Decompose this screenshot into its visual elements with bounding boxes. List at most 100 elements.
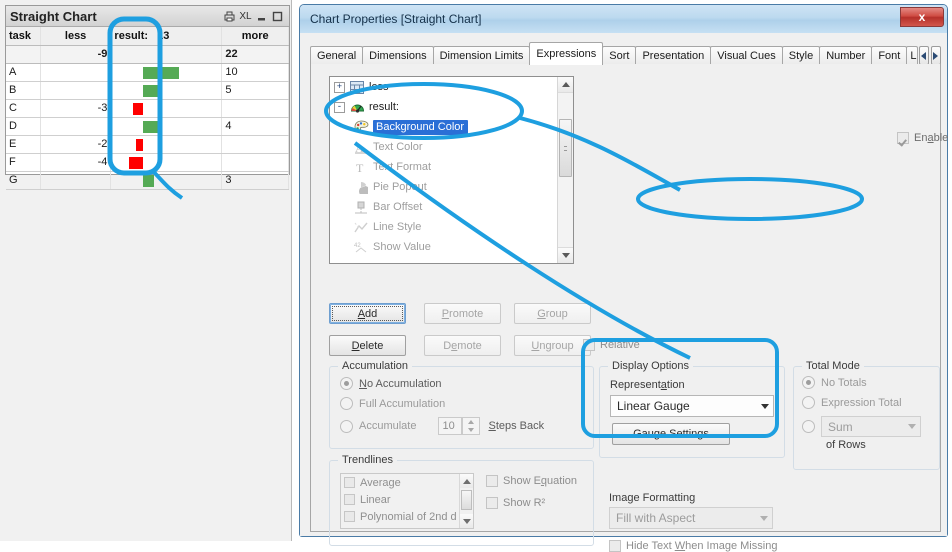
chevron-down-icon[interactable] (756, 403, 773, 409)
radio-full-accumulation[interactable]: Full Accumulation (340, 397, 593, 410)
tab-la[interactable]: La (906, 46, 918, 65)
cell-less: -4 (40, 153, 112, 172)
table-row[interactable]: G3 (6, 171, 289, 190)
tree-item-result[interactable]: - result: (330, 97, 573, 117)
expressions-tree[interactable]: + less - result: Background Color A Text Color… (329, 76, 574, 264)
tab-label: Style (788, 50, 814, 62)
collapse-icon[interactable]: - (334, 101, 345, 113)
trend-scroll-down-icon[interactable] (460, 514, 473, 528)
straight-chart-table[interactable]: task less result: 13 more -9 22 A 10 B 5 C -3… (6, 27, 289, 190)
tab-label: La (910, 50, 917, 62)
enable-checkbox[interactable]: Enable (897, 132, 948, 144)
steps-back-input[interactable]: 10 (438, 417, 463, 435)
chevron-down-icon-image-formatting[interactable] (755, 515, 772, 521)
print-icon[interactable] (222, 9, 237, 23)
relative-checkbox[interactable]: Relative (583, 339, 640, 351)
tab-expressions[interactable]: Expressions (529, 42, 604, 65)
table-row[interactable]: E -2 (6, 135, 289, 154)
tree-item-pie-popout[interactable]: Pie Popout (330, 177, 573, 197)
tree-item-background-color[interactable]: Background Color (330, 117, 573, 137)
trendline-check-box-glyph[interactable] (344, 511, 355, 522)
table-row[interactable]: A 10 (6, 63, 289, 82)
tab-scroll-left-icon[interactable] (918, 46, 929, 65)
gauge-settings-button[interactable]: Gauge Settings (612, 423, 730, 445)
trendline-item[interactable]: Polynomial of 2nd d (341, 508, 473, 525)
minimize-icon[interactable] (254, 9, 269, 23)
tab-scroll-right-icon[interactable] (930, 46, 941, 65)
ungroup-button[interactable]: Ungroup (514, 335, 591, 356)
demote-button[interactable]: Demote (424, 335, 501, 356)
stepper-up-icon[interactable] (463, 418, 479, 426)
tab-sort[interactable]: Sort (602, 46, 637, 65)
maximize-icon[interactable] (270, 9, 285, 23)
col-header-task[interactable]: task (6, 27, 41, 46)
chevron-down-icon-aggregation[interactable] (903, 424, 920, 429)
radio-accumulate[interactable]: Accumulate 10 Steps Back (340, 417, 593, 435)
tab-visual-cues[interactable]: Visual Cues (710, 46, 783, 65)
trendline-item[interactable]: Average (341, 474, 473, 491)
focus-outline (332, 306, 403, 321)
tree-item-text-color[interactable]: A Text Color (330, 137, 573, 157)
table-row[interactable]: B5 (6, 81, 289, 100)
steps-back-stepper[interactable] (462, 417, 481, 435)
tree-item-less[interactable]: + less (330, 77, 573, 97)
trendline-item[interactable]: Linear (341, 491, 473, 508)
table-row[interactable]: F -4 (6, 153, 289, 172)
tab-dimension-limits[interactable]: Dimension Limits (432, 46, 531, 65)
radio-expression-total[interactable]: Expression Total (802, 396, 939, 409)
gauge-bar-negative (136, 138, 144, 151)
tree-item-label: Bar Offset (373, 201, 423, 213)
group-button[interactable]: Group (514, 303, 591, 324)
tab-font[interactable]: Font (871, 46, 908, 65)
dialog-titlebar[interactable]: Chart Properties [Straight Chart] x (300, 5, 947, 33)
export-to-excel-icon[interactable]: XL (238, 9, 253, 23)
tree-item-text-format[interactable]: T Text Format (330, 157, 573, 177)
add-button[interactable]: Add (329, 303, 406, 324)
representation-select[interactable]: Linear Gauge (610, 395, 774, 417)
tab-presentation[interactable]: Presentation (635, 46, 712, 65)
col-header-more[interactable]: more (221, 27, 289, 46)
scroll-up-icon[interactable] (558, 77, 573, 93)
show-equation-label: Show Equation (503, 475, 578, 487)
tree-item-show-value[interactable]: 42 Show Value (330, 237, 573, 257)
cell-less (40, 63, 112, 82)
delete-button[interactable]: Delete (329, 335, 406, 356)
trendline-check-box-glyph[interactable] (344, 477, 355, 488)
trendlines-listbox[interactable]: Average Linear Polynomial of 2nd d Polynomi… (340, 473, 474, 529)
col-header-less[interactable]: less (40, 27, 112, 46)
trendline-check-box-glyph[interactable] (344, 494, 355, 505)
tab-general[interactable]: General (310, 46, 364, 65)
radio-aggregation[interactable]: Sum (802, 416, 939, 437)
trendlines-scrollbar[interactable] (459, 474, 473, 528)
trend-scroll-up-icon[interactable] (460, 474, 473, 488)
tab-number[interactable]: Number (819, 46, 873, 65)
bar-offset-icon (353, 200, 369, 215)
aggregation-select[interactable]: Sum (821, 416, 921, 437)
stepper-down-icon[interactable] (463, 426, 479, 434)
table-row[interactable]: D4 (6, 117, 289, 136)
show-equation-checkbox[interactable]: Show Equation (486, 475, 577, 487)
tab-label: Dimensions (369, 50, 427, 62)
tree-scrollbar[interactable] (557, 77, 573, 263)
close-icon[interactable]: x (900, 7, 944, 27)
trendline-check-box-glyph[interactable] (344, 528, 355, 529)
tree-item-line-style[interactable]: Line Style (330, 217, 573, 237)
col-header-result[interactable]: result: 13 (110, 27, 223, 46)
trendline-item[interactable]: Polynomial of 3rd d (341, 525, 473, 529)
tab-style[interactable]: Style (781, 46, 821, 65)
steps-back-label: Steps Back (488, 420, 545, 432)
trend-scrollbar-thumb[interactable] (461, 490, 472, 510)
image-formatting-select[interactable]: Fill with Aspect (609, 507, 773, 529)
scrollbar-thumb[interactable] (559, 119, 572, 177)
hide-text-when-image-missing-checkbox[interactable]: Hide Text When Image Missing (609, 540, 777, 552)
table-row[interactable]: C -3 (6, 99, 289, 118)
tree-item-bar-offset[interactable]: Bar Offset (330, 197, 573, 217)
radio-no-totals[interactable]: No Totals (802, 376, 939, 389)
expand-icon[interactable]: + (334, 81, 345, 93)
radio-no-accumulation[interactable]: No Accumulation (340, 377, 593, 390)
no-accumulation-radio-glyph (340, 377, 353, 390)
tab-dimensions[interactable]: Dimensions (362, 46, 434, 65)
promote-button[interactable]: Promote (424, 303, 501, 324)
scroll-down-icon[interactable] (558, 247, 573, 263)
show-r2-checkbox[interactable]: Show R² (486, 497, 545, 509)
